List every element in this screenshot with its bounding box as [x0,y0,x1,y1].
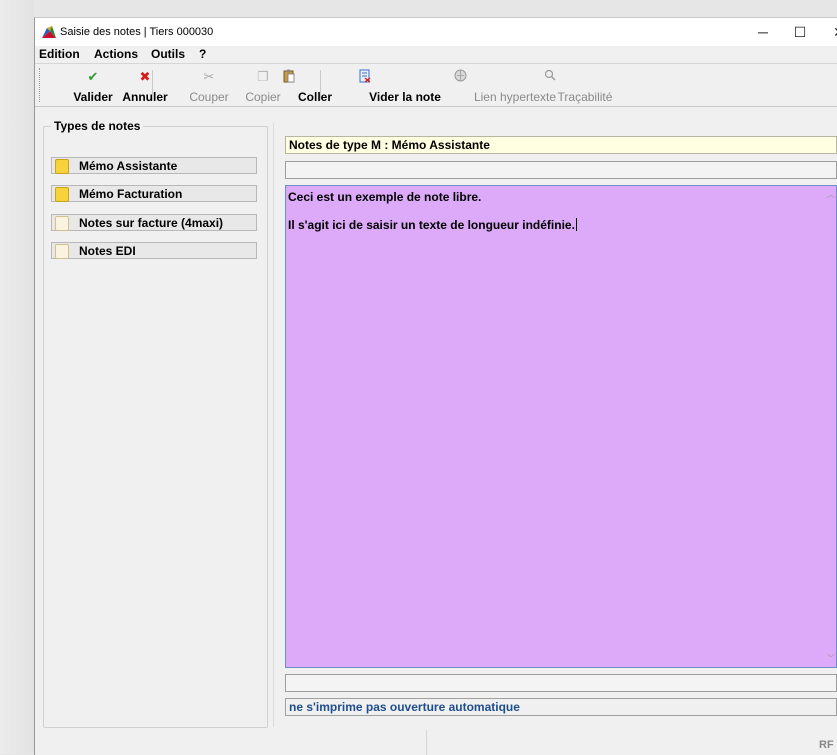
hyperlink-icon [454,69,467,82]
vider-note-button[interactable]: Vider la note [325,64,441,106]
annuler-button[interactable]: ✖ Annuler [93,64,167,106]
note-line-2-text: Il s'agit ici de saisir un texte de long… [288,218,575,232]
maximize-button[interactable]: ☐ [786,22,814,42]
note-line-1: Ceci est un exemple de note libre. [288,190,482,204]
type-item-memo-assistante[interactable]: Mémo Assistante [51,157,257,174]
type-item-notes-edi[interactable]: Notes EDI [51,242,257,259]
print-status-field: ne s'imprime pas ouverture automatique [285,698,837,716]
valider-button[interactable]: ✔ Valider [45,64,112,106]
background-shadow [0,0,34,754]
note-icon [55,187,69,202]
text-caret [575,218,577,231]
toolbar-separator [320,70,321,100]
copier-button[interactable]: ❐ Copier [209,64,280,106]
type-item-memo-facturation[interactable]: Mémo Facturation [51,185,257,202]
note-icon [55,159,69,174]
statusbar-separator [426,730,427,755]
scroll-down-icon[interactable]: ﹀ [826,653,836,664]
note-text-area[interactable]: Ceci est un exemple de note libre. Il s'… [285,185,837,668]
statusbar-right-text: RF [819,739,834,751]
menu-outils[interactable]: Outils [151,47,185,61]
app-icon [42,26,56,38]
clear-note-icon [359,69,371,83]
couper-button[interactable]: ✂ Couper [157,64,228,106]
notes-window: Saisie des notes | Tiers 000030 ─ ☐ ✕ Ed… [34,17,837,755]
types-group-title: Types de notes [51,119,144,133]
title-bar: Saisie des notes | Tiers 000030 ─ ☐ ✕ [35,18,837,46]
menu-bar: Edition Actions Outils ? [35,46,837,63]
paste-icon [283,69,295,83]
toolbar-separator [152,70,153,100]
panel-divider [273,123,274,727]
lien-hypertexte-button[interactable]: Lien hypertexte [407,64,556,106]
toolbar-grip[interactable] [39,68,42,102]
menu-edition[interactable]: Edition [39,47,80,61]
magnifier-icon [544,69,556,81]
type-item-notes-facture[interactable]: Notes sur facture (4maxi) [51,214,257,231]
menu-actions[interactable]: Actions [94,47,138,61]
type-item-label: Mémo Assistante [79,159,178,173]
window-title: Saisie des notes | Tiers 000030 [60,26,214,38]
minimize-button[interactable]: ─ [749,22,777,42]
note-footer-field[interactable] [285,674,837,692]
note-line-2: Il s'agit ici de saisir un texte de long… [288,218,577,232]
type-item-label: Notes EDI [79,244,136,258]
coller-button[interactable]: Coller [263,64,332,106]
note-icon [55,216,69,231]
close-button[interactable]: ✕ [825,22,837,42]
tracabilite-label: Traçabilité [557,90,613,104]
note-subtitle-field[interactable] [285,161,837,179]
scroll-up-icon[interactable]: ︿ [826,189,836,200]
note-icon [55,244,69,259]
type-item-label: Notes sur facture (4maxi) [79,216,224,230]
type-item-label: Mémo Facturation [79,187,183,201]
menu-help[interactable]: ? [199,47,206,61]
tracabilite-button[interactable]: Traçabilité [515,64,612,106]
toolbar: ✔ Valider ✖ Annuler ✂ Couper ❐ Copier Co… [35,63,837,107]
note-type-header: Notes de type M : Mémo Assistante [285,136,837,154]
